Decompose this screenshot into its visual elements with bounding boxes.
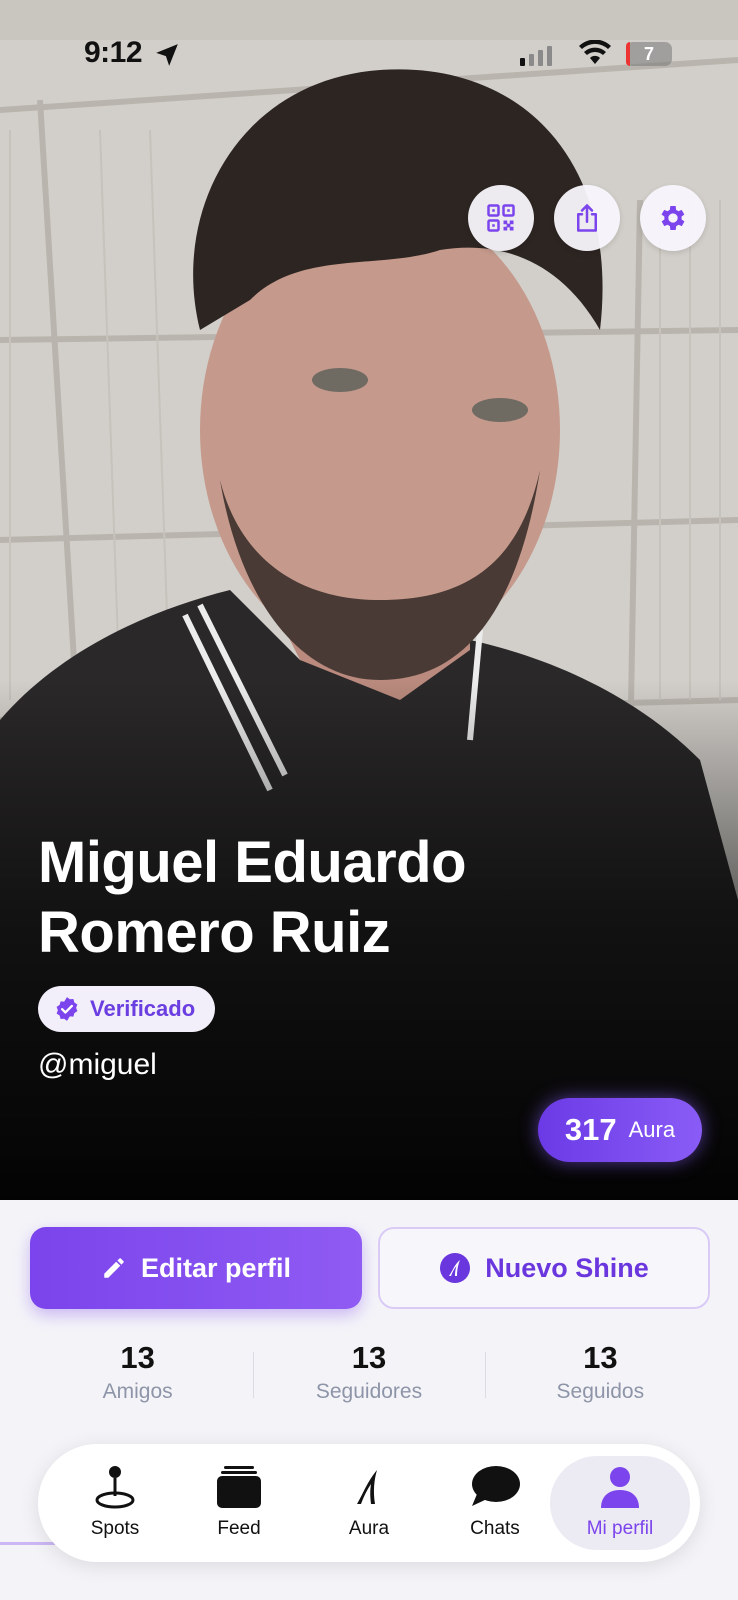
stack-icon [217,1466,261,1508]
chat-bubble-icon [472,1466,520,1506]
qr-code-icon [487,204,515,232]
tab-aura[interactable]: Aura [308,1456,430,1550]
scroll-indicator [0,1542,60,1545]
stat-friends-value: 13 [120,1340,155,1375]
tab-aura-label: Aura [348,1518,390,1539]
tab-chats[interactable]: Chats [434,1456,556,1550]
battery-level: 7 [643,43,654,64]
profile-name-line-2: Romero Ruiz [38,900,391,965]
stat-friends-label: Amigos [102,1380,173,1403]
aura-score-pill[interactable]: 317 Aura [538,1098,702,1162]
username: @miguel [38,1048,157,1081]
joystick-pin-icon [95,1466,135,1509]
stat-following-label: Seguidos [556,1380,645,1403]
gear-icon [661,206,685,230]
location-arrow-icon [156,44,178,66]
status-bar: 9:12 7 [0,0,738,110]
new-shine-label: Nuevo Shine [485,1252,649,1283]
battery-indicator: 7 [626,42,672,66]
stat-followers[interactable]: 13 Seguidores [253,1340,484,1410]
tab-chats-label: Chats [470,1518,520,1539]
stat-following-value: 13 [583,1340,618,1375]
profile-name: Miguel Eduardo Romero Ruiz [38,828,638,968]
profile-action-row: Editar perfil Nuevo Shine [30,1227,710,1309]
aura-value: 317 [564,1112,617,1147]
verified-label: Verificado [90,996,196,1021]
cellular-signal-icon [520,46,552,66]
tab-spots[interactable]: Spots [54,1456,176,1550]
new-shine-button[interactable]: Nuevo Shine [378,1227,710,1309]
settings-button[interactable] [640,185,706,251]
share-icon [577,204,597,232]
tab-my-profile-label: Mi perfil [586,1518,654,1539]
bottom-tab-bar: Spots Feed Aura Chats Mi perfil [38,1444,700,1562]
edit-profile-button[interactable]: Editar perfil [30,1227,362,1309]
qr-code-button[interactable] [468,185,534,251]
aura-flame-icon [357,1470,377,1504]
wifi-icon [579,40,611,64]
profile-name-line-1: Miguel Eduardo [38,830,467,895]
tab-feed-label: Feed [217,1518,261,1539]
pencil-icon [104,1258,124,1278]
edit-profile-label: Editar perfil [140,1252,292,1283]
person-icon [601,1467,639,1508]
stat-followers-label: Seguidores [315,1380,423,1403]
tab-feed[interactable]: Feed [178,1456,300,1550]
share-button[interactable] [554,185,620,251]
stat-friends[interactable]: 13 Amigos [22,1340,253,1410]
aura-unit: Aura [628,1117,676,1142]
stat-following[interactable]: 13 Seguidos [484,1340,716,1410]
status-time: 9:12 [84,36,143,69]
verified-check-icon [56,997,78,1021]
tab-spots-label: Spots [90,1518,140,1539]
stat-followers-value: 13 [351,1340,387,1375]
tab-my-profile[interactable]: Mi perfil [550,1456,690,1550]
shine-logo-icon [440,1253,471,1283]
profile-stats: 13 Amigos 13 Seguidores 13 Seguidos [22,1340,716,1410]
verified-badge: Verificado [38,986,216,1032]
